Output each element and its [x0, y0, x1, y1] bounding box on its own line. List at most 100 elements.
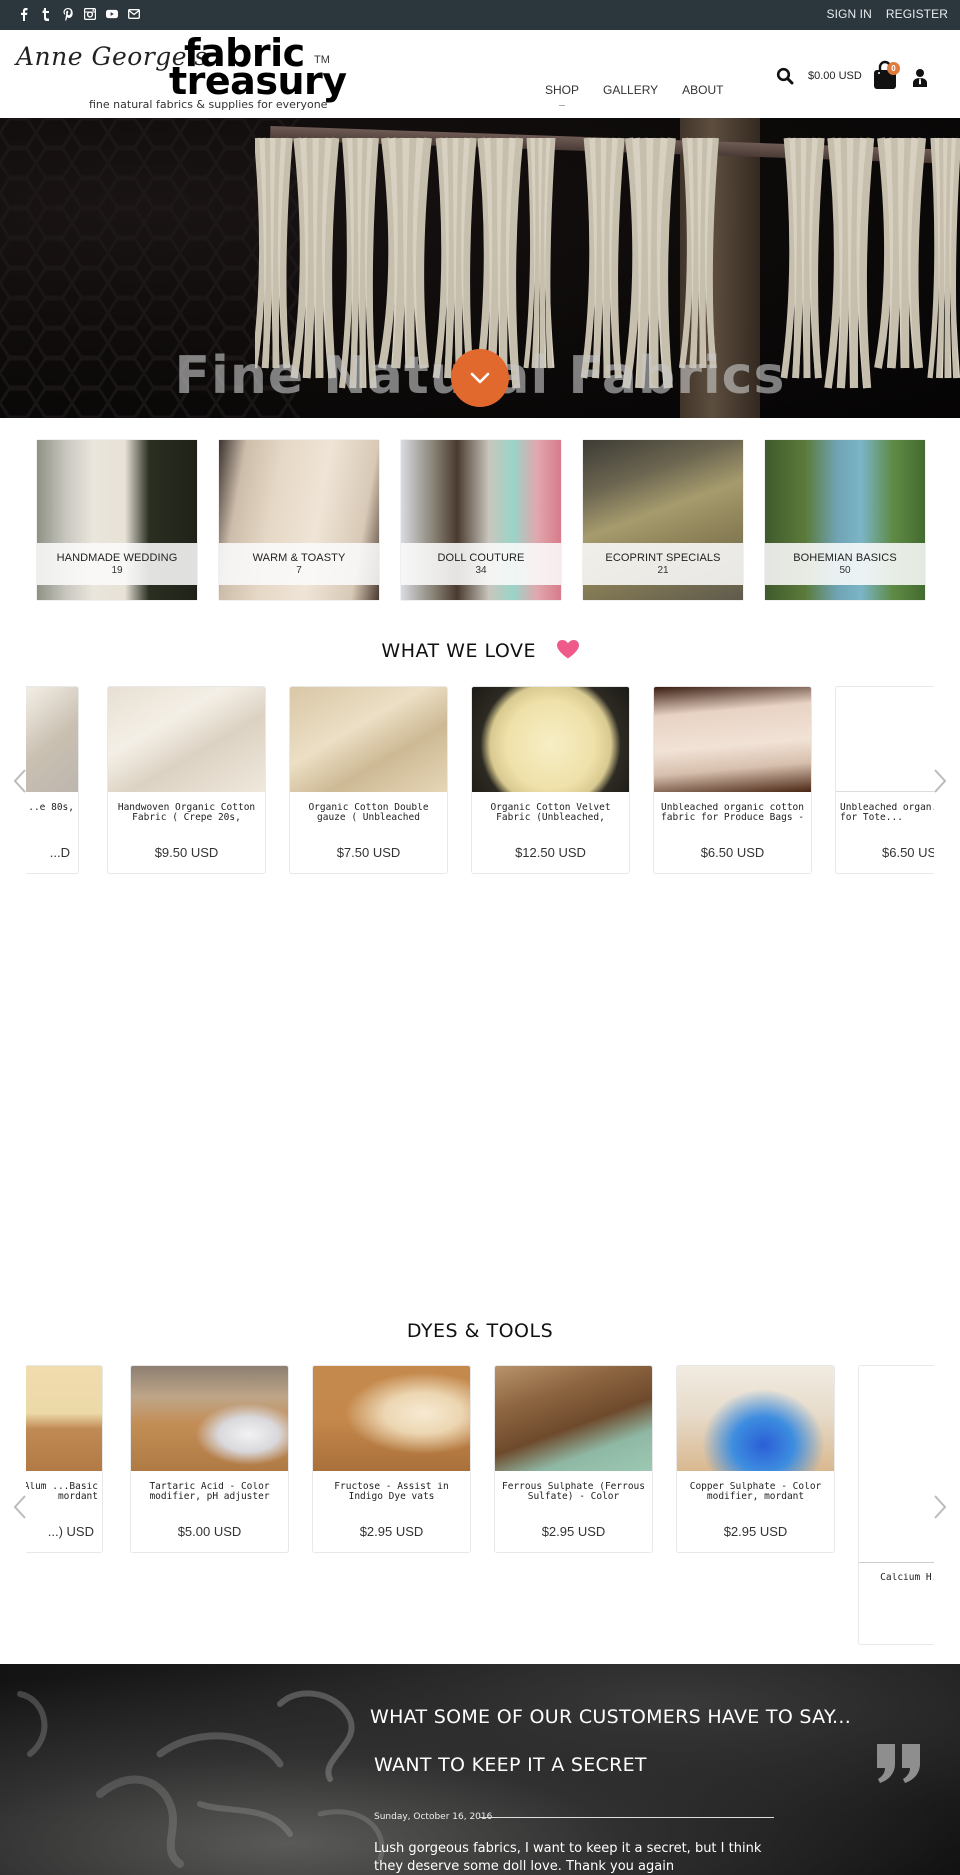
testimonial-body: Lush gorgeous fabrics, I want to keep it… — [374, 1841, 762, 1874]
site-logo[interactable]: Anne George's fabric treasury TM fine na… — [16, 34, 347, 114]
product-title: Fructose - Assist in Indigo Dye vats — [334, 1482, 449, 1502]
category-name: HANDMADE WEDDING — [56, 552, 178, 564]
product-card[interactable]: Ferrous Sulphate (Ferrous Sulfate) - Col… — [494, 1365, 653, 1553]
sign-in-link[interactable]: SIGN IN — [826, 7, 871, 21]
yarn-skein — [678, 137, 719, 369]
testimonial-date: Sunday, October 16, 2016 — [374, 1812, 493, 1822]
section-title: DYES & TOOLS — [406, 1320, 554, 1342]
youtube-icon[interactable] — [106, 7, 118, 21]
category-tile[interactable]: ECOPRINT SPECIALS 21 — [583, 440, 743, 600]
search-icon[interactable] — [776, 67, 794, 85]
category-tile[interactable]: BOHEMIAN BASICS 50 — [765, 440, 925, 600]
what-we-love-carousel: ...ic Cotton ...e 80s, ...D Handwoven Or… — [26, 686, 934, 876]
yarn-skein — [927, 137, 960, 379]
email-icon[interactable] — [128, 7, 140, 21]
yarn-skein — [874, 137, 927, 369]
category-caption: WARM & TOASTY 7 — [219, 543, 379, 585]
product-card[interactable]: Copper Sulphate - Color modifier, mordan… — [676, 1365, 835, 1553]
product-image — [495, 1366, 652, 1471]
auth-links: SIGN IN REGISTER — [826, 7, 948, 21]
product-card[interactable]: Calcium H... (Hydrated Li... $1.9... — [858, 1365, 934, 1645]
product-title: Tartaric Acid - Color modifier, pH adjus… — [149, 1482, 270, 1502]
product-price: $2.95 USD — [541, 1524, 606, 1539]
facebook-icon[interactable] — [18, 7, 30, 21]
carousel-prev-arrow[interactable] — [12, 768, 28, 794]
product-price: $6.50 USD — [700, 845, 765, 860]
testimonials-section: WHAT SOME OF OUR CUSTOMERS HAVE TO SAY..… — [0, 1664, 960, 1875]
product-title: ...ic Cotton ...e 80s, — [26, 803, 74, 813]
nav-gallery[interactable]: GALLERY — [603, 83, 658, 97]
product-card[interactable]: Organic Cotton Velvet Fabric (Unbleached… — [471, 686, 630, 874]
category-count: 50 — [839, 565, 851, 576]
main-nav: SHOP GALLERY ABOUT — [545, 83, 724, 106]
product-card[interactable]: Unbleached organ... fabric for Tote... $… — [835, 686, 934, 874]
product-title: ...cetate (Alum ...Basic mordant — [26, 1482, 98, 1502]
yarn-skein — [432, 137, 477, 379]
product-price: $12.50 USD — [515, 845, 586, 860]
yarn-skein — [255, 137, 293, 369]
product-price: $6.50 US... — [882, 845, 934, 860]
product-image — [859, 1366, 934, 1563]
category-tile[interactable]: WARM & TOASTY 7 — [219, 440, 379, 600]
logo-tagline: fine natural fabrics & supplies for ever… — [89, 98, 328, 111]
product-price: $7.50 USD — [336, 845, 401, 860]
product-card[interactable]: ...ic Cotton ...e 80s, ...D — [26, 686, 79, 874]
testimonial-title: WANT TO KEEP IT A SECRET — [374, 1754, 647, 1776]
logo-word-treasury: treasury — [169, 59, 347, 103]
product-title: Organic Cotton Velvet Fabric (Unbleached… — [490, 803, 611, 823]
user-account-icon[interactable] — [912, 68, 928, 88]
product-card[interactable]: Tartaric Acid - Color modifier, pH adjus… — [130, 1365, 289, 1553]
product-image — [677, 1366, 834, 1471]
category-tiles: HANDMADE WEDDING 19 WARM & TOASTY 7 DOLL… — [37, 440, 927, 600]
category-tile[interactable]: DOLL COUTURE 34 — [401, 440, 561, 600]
hero-banner: Fine Natural Fabrics — [0, 118, 960, 418]
dyes-tools-carousel: ...cetate (Alum ...Basic mordant ...) US… — [26, 1365, 934, 1645]
product-card[interactable]: ...cetate (Alum ...Basic mordant ...) US… — [26, 1365, 103, 1553]
carousel-next-arrow[interactable] — [932, 768, 948, 794]
tumblr-icon[interactable] — [40, 7, 52, 21]
testimonials-heading: WHAT SOME OF OUR CUSTOMERS HAVE TO SAY..… — [370, 1706, 852, 1728]
product-title: Handwoven Organic Cotton Fabric ( Crepe … — [117, 803, 256, 823]
category-caption: ECOPRINT SPECIALS 21 — [583, 543, 743, 585]
chevron-down-icon — [470, 372, 490, 384]
yarn-skein — [780, 137, 825, 379]
register-link[interactable]: REGISTER — [886, 7, 948, 21]
carousel-next-arrow[interactable] — [932, 1494, 948, 1520]
carousel-prev-arrow[interactable] — [12, 1494, 28, 1520]
category-name: ECOPRINT SPECIALS — [605, 552, 721, 564]
product-card[interactable]: Fructose - Assist in Indigo Dye vats $2.… — [312, 1365, 471, 1553]
top-bar: SIGN IN REGISTER — [0, 0, 960, 30]
instagram-icon[interactable] — [84, 7, 96, 21]
product-price: $9.50 USD — [154, 845, 219, 860]
product-card[interactable]: Handwoven Organic Cotton Fabric ( Crepe … — [107, 686, 266, 874]
nav-shop[interactable]: SHOP — [545, 83, 579, 106]
category-name: BOHEMIAN BASICS — [793, 552, 897, 564]
section-title: WHAT WE LOVE — [381, 640, 537, 662]
product-title: Organic Cotton Double gauze ( Unbleached — [308, 803, 429, 823]
yarn-skein — [580, 137, 625, 379]
category-caption: DOLL COUTURE 34 — [401, 543, 561, 585]
category-name: WARM & TOASTY — [252, 552, 346, 564]
product-title: Copper Sulphate - Color modifier, mordan… — [689, 1482, 822, 1502]
product-title: Calcium H... (Hydrated Li... — [880, 1573, 934, 1583]
product-image — [654, 687, 811, 792]
nav-about[interactable]: ABOUT — [682, 83, 723, 97]
product-price: $5.00 USD — [177, 1524, 242, 1539]
category-tile[interactable]: HANDMADE WEDDING 19 — [37, 440, 197, 600]
category-name: DOLL COUTURE — [437, 552, 525, 564]
product-title: Unbleached organic cotton fabric for Pro… — [661, 803, 804, 823]
product-price: $1.9... — [859, 1615, 934, 1630]
product-image — [131, 1366, 288, 1471]
product-price: ...) USD — [47, 1524, 94, 1539]
category-count: 19 — [111, 565, 123, 576]
heart-icon — [556, 640, 579, 659]
yarn-skein — [523, 137, 556, 369]
scroll-down-button[interactable] — [451, 349, 509, 407]
product-image — [290, 687, 447, 792]
cart-total[interactable]: $0.00 USD — [808, 70, 862, 82]
pinterest-icon[interactable] — [62, 7, 74, 21]
product-card[interactable]: Unbleached organic cotton fabric for Pro… — [653, 686, 812, 874]
product-card[interactable]: Organic Cotton Double gauze ( Unbleached… — [289, 686, 448, 874]
yarn-skein — [290, 137, 340, 379]
category-count: 34 — [475, 565, 487, 576]
